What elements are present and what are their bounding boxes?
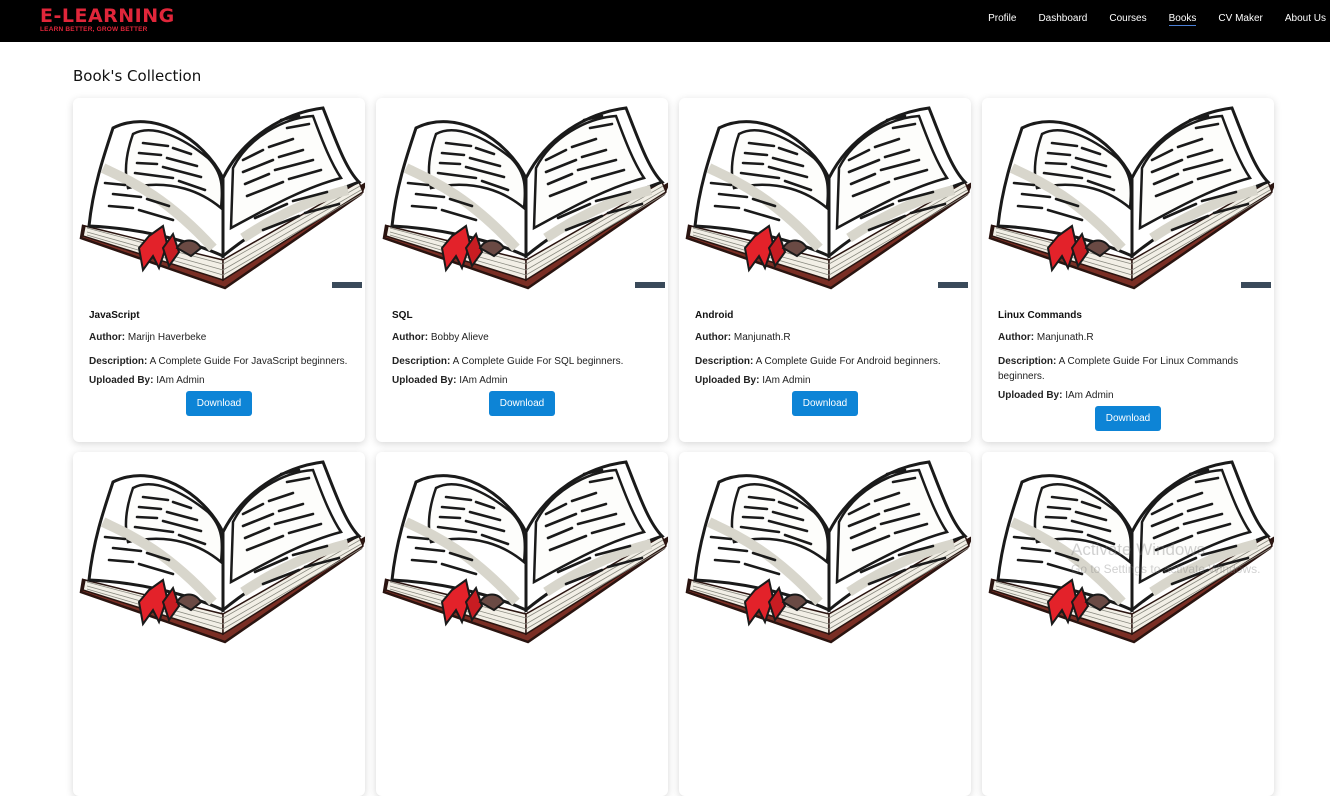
book-cover-image bbox=[679, 452, 971, 648]
book-author: Author: Manjunath.R bbox=[998, 330, 1258, 345]
author-label: Author: bbox=[695, 332, 732, 343]
uploaded-by-label: Uploaded By: bbox=[998, 390, 1063, 401]
description-label: Description: bbox=[392, 356, 451, 367]
book-description: Description: A Complete Guide For JavaSc… bbox=[89, 354, 349, 369]
book-uploader: Uploaded By: IAm Admin bbox=[392, 373, 652, 388]
uploaded-by-value: IAm Admin bbox=[459, 375, 508, 386]
book-description: Description: A Complete Guide For SQL be… bbox=[392, 354, 652, 369]
page-title: Book's Collection bbox=[73, 67, 202, 85]
book-description: Description: A Complete Guide For Linux … bbox=[998, 354, 1258, 384]
brand-logo[interactable]: E-LEARNING LEARN BETTER, GROW BETTER bbox=[40, 6, 175, 34]
book-card: JavaScript Author: Marijn Haverbeke Desc… bbox=[73, 98, 365, 442]
author-label: Author: bbox=[392, 332, 429, 343]
book-uploader: Uploaded By: IAm Admin bbox=[998, 388, 1258, 403]
book-cover-image bbox=[679, 98, 971, 294]
book-author: Author: Manjunath.R bbox=[695, 330, 955, 345]
book-cover-image bbox=[376, 98, 668, 294]
author-value: Manjunath.R bbox=[1036, 332, 1094, 343]
author-value: Manjunath.R bbox=[733, 332, 791, 343]
book-cover-image bbox=[73, 452, 365, 648]
books-grid: JavaScript Author: Marijn Haverbeke Desc… bbox=[73, 98, 1274, 796]
description-value: A Complete Guide For SQL beginners. bbox=[452, 356, 624, 367]
download-button[interactable]: Download bbox=[185, 391, 253, 416]
description-value: A Complete Guide For Android beginners. bbox=[755, 356, 941, 367]
book-card: SQL Author: Bobby Alieve Description: A … bbox=[376, 98, 668, 442]
book-cover-image bbox=[982, 452, 1274, 648]
book-cover-image bbox=[376, 452, 668, 648]
book-uploader: Uploaded By: IAm Admin bbox=[695, 373, 955, 388]
nav-item-cv-maker[interactable]: CV Maker bbox=[1218, 13, 1262, 25]
nav-item-profile[interactable]: Profile bbox=[988, 13, 1016, 25]
brand-title: E-LEARNING bbox=[40, 5, 175, 27]
description-value: A Complete Guide For JavaScript beginner… bbox=[149, 356, 348, 367]
book-card bbox=[73, 452, 365, 796]
main-nav: Profile Dashboard Courses Books CV Maker… bbox=[966, 0, 1326, 42]
book-title: JavaScript bbox=[89, 310, 140, 321]
book-cover-image bbox=[73, 98, 365, 294]
book-card bbox=[982, 452, 1274, 796]
brand-tagline: LEARN BETTER, GROW BETTER bbox=[40, 26, 148, 33]
author-value: Bobby Alieve bbox=[430, 332, 489, 343]
description-label: Description: bbox=[998, 356, 1057, 367]
book-card bbox=[376, 452, 668, 796]
image-watermark-badge bbox=[635, 282, 665, 288]
uploaded-by-label: Uploaded By: bbox=[392, 375, 457, 386]
book-card: Linux Commands Author: Manjunath.R Descr… bbox=[982, 98, 1274, 442]
book-title: Android bbox=[695, 310, 734, 321]
book-cover-image bbox=[982, 98, 1274, 294]
book-uploader: Uploaded By: IAm Admin bbox=[89, 373, 349, 388]
description-label: Description: bbox=[89, 356, 148, 367]
description-label: Description: bbox=[695, 356, 754, 367]
image-watermark-badge bbox=[1241, 282, 1271, 288]
image-watermark-badge bbox=[332, 282, 362, 288]
book-title: Linux Commands bbox=[998, 310, 1082, 321]
book-description: Description: A Complete Guide For Androi… bbox=[695, 354, 955, 369]
uploaded-by-label: Uploaded By: bbox=[695, 375, 760, 386]
book-author: Author: Bobby Alieve bbox=[392, 330, 652, 345]
book-author: Author: Marijn Haverbeke bbox=[89, 330, 349, 345]
image-watermark-badge bbox=[938, 282, 968, 288]
nav-item-books[interactable]: Books bbox=[1168, 13, 1197, 26]
download-button[interactable]: Download bbox=[1094, 406, 1162, 431]
download-button[interactable]: Download bbox=[791, 391, 859, 416]
download-button[interactable]: Download bbox=[488, 391, 556, 416]
author-value: Marijn Haverbeke bbox=[127, 332, 207, 343]
nav-item-about-us[interactable]: About Us bbox=[1285, 13, 1326, 25]
uploaded-by-label: Uploaded By: bbox=[89, 375, 154, 386]
book-title: SQL bbox=[392, 310, 413, 321]
uploaded-by-value: IAm Admin bbox=[1065, 390, 1114, 401]
author-label: Author: bbox=[998, 332, 1035, 343]
nav-item-dashboard[interactable]: Dashboard bbox=[1038, 13, 1087, 25]
book-card: Android Author: Manjunath.R Description:… bbox=[679, 98, 971, 442]
book-card bbox=[679, 452, 971, 796]
author-label: Author: bbox=[89, 332, 126, 343]
nav-item-courses[interactable]: Courses bbox=[1109, 13, 1146, 25]
uploaded-by-value: IAm Admin bbox=[156, 375, 205, 386]
uploaded-by-value: IAm Admin bbox=[762, 375, 811, 386]
top-navbar: E-LEARNING LEARN BETTER, GROW BETTER Pro… bbox=[0, 0, 1330, 42]
